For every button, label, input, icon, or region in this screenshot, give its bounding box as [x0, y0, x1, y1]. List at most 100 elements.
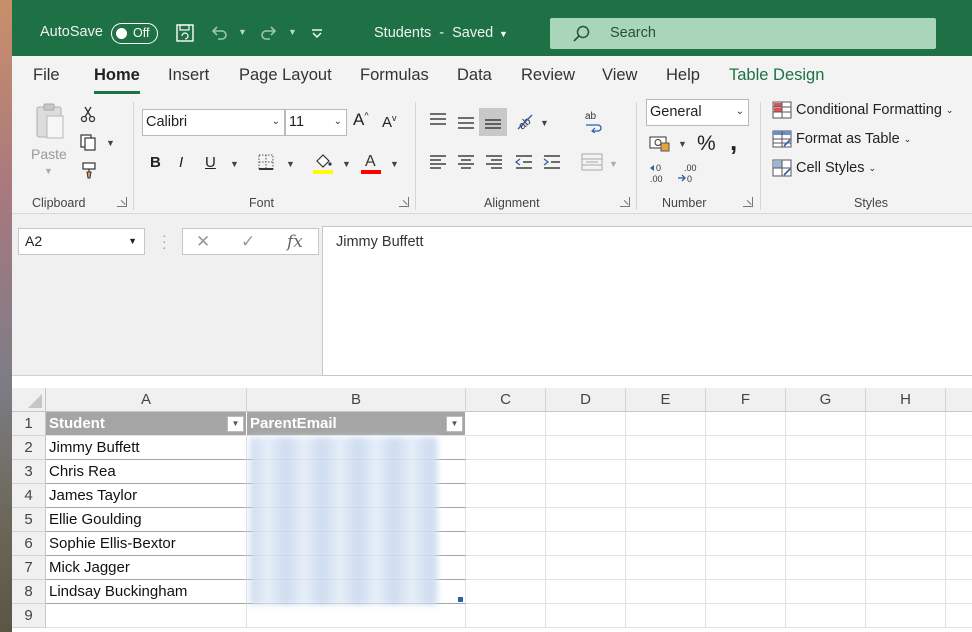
align-top-icon[interactable]	[428, 110, 448, 130]
tab-table-design[interactable]: Table Design	[729, 66, 824, 85]
cell-styles-button[interactable]: Cell Styles ⌄	[772, 159, 876, 177]
insert-function-icon[interactable]: fx	[287, 232, 303, 252]
row-header-8[interactable]: 8	[12, 580, 46, 604]
title-chevron-icon[interactable]: ▼	[499, 29, 508, 39]
percent-icon[interactable]: %	[697, 132, 716, 156]
bold-icon[interactable]: B	[150, 154, 161, 171]
row-header-5[interactable]: 5	[12, 508, 46, 532]
decrease-decimal-icon[interactable]: .00 0	[676, 162, 702, 184]
cut-icon[interactable]	[78, 104, 98, 124]
tab-page-layout[interactable]: Page Layout	[239, 66, 332, 85]
tab-file[interactable]: File	[33, 66, 60, 85]
alignment-launcher-icon[interactable]	[620, 197, 630, 207]
font-launcher-icon[interactable]	[399, 197, 409, 207]
paste-icon[interactable]	[32, 102, 68, 142]
row-header-9[interactable]: 9	[12, 604, 46, 628]
table-cell[interactable]: Mick Jagger	[46, 556, 247, 580]
column-header-b[interactable]: B	[247, 388, 466, 412]
tab-insert[interactable]: Insert	[168, 66, 209, 85]
column-header-d[interactable]: D	[546, 388, 626, 412]
cancel-icon[interactable]: ✕	[196, 232, 210, 252]
column-header-e[interactable]: E	[626, 388, 706, 412]
column-header-f[interactable]: F	[706, 388, 786, 412]
font-size-combo[interactable]: 11 ⌄	[285, 109, 347, 136]
copy-icon[interactable]	[78, 132, 98, 152]
enter-icon[interactable]: ✓	[241, 232, 255, 252]
row-header-7[interactable]: 7	[12, 556, 46, 580]
align-center-icon[interactable]	[456, 152, 476, 172]
decrease-indent-icon[interactable]	[514, 152, 534, 172]
align-right-icon[interactable]	[484, 152, 504, 172]
increase-decimal-icon[interactable]: 0.00	[648, 162, 674, 184]
tab-view[interactable]: View	[602, 66, 637, 85]
column-header-g[interactable]: G	[786, 388, 866, 412]
borders-icon[interactable]	[256, 152, 276, 172]
table-cell[interactable]: Sophie Ellis-Bextor	[46, 532, 247, 556]
table-header-cell[interactable]: ParentEmail	[247, 412, 466, 436]
copy-caret-icon[interactable]: ▼	[106, 138, 115, 148]
tab-data[interactable]: Data	[457, 66, 492, 85]
undo-caret-icon[interactable]: ▼	[238, 27, 247, 37]
tab-help[interactable]: Help	[666, 66, 700, 85]
align-middle-icon[interactable]	[456, 112, 476, 132]
wrap-text-icon[interactable]: ab	[582, 108, 606, 134]
tab-formulas[interactable]: Formulas	[360, 66, 429, 85]
fill-color-icon[interactable]	[312, 151, 334, 175]
redo-caret-icon[interactable]: ▼	[288, 27, 297, 37]
document-title[interactable]: Students - Saved	[374, 25, 493, 41]
conditional-formatting-button[interactable]: Conditional Formatting ⌄	[772, 101, 953, 119]
search-box[interactable]: Search	[550, 18, 936, 49]
autosave-toggle[interactable]: Off	[111, 23, 158, 44]
filter-dropdown-icon[interactable]: ▼	[227, 416, 244, 432]
accounting-caret-icon[interactable]: ▼	[678, 139, 687, 149]
font-color-caret-icon[interactable]: ▼	[390, 159, 399, 169]
row-header-4[interactable]: 4	[12, 484, 46, 508]
increase-indent-icon[interactable]	[542, 152, 562, 172]
table-cell[interactable]: Jimmy Buffett	[46, 436, 247, 460]
drag-handle-icon[interactable]: · · ·	[162, 228, 167, 254]
orientation-caret-icon[interactable]: ▼	[540, 118, 549, 128]
name-box[interactable]: A2 ▼	[18, 228, 145, 255]
tab-review[interactable]: Review	[521, 66, 575, 85]
save-icon[interactable]	[174, 22, 196, 44]
row-header-6[interactable]: 6	[12, 532, 46, 556]
column-header-next[interactable]	[946, 388, 972, 412]
column-header-h[interactable]: H	[866, 388, 946, 412]
row-header-3[interactable]: 3	[12, 460, 46, 484]
merge-center-icon[interactable]	[580, 152, 604, 172]
column-header-c[interactable]: C	[466, 388, 546, 412]
align-bottom-icon[interactable]	[479, 108, 507, 136]
table-header-cell[interactable]: Student	[46, 412, 247, 436]
align-left-icon[interactable]	[428, 152, 448, 172]
table-cell[interactable]: Lindsay Buckingham	[46, 580, 247, 604]
tab-home[interactable]: Home	[94, 66, 140, 94]
underline-icon[interactable]: U	[205, 154, 216, 171]
table-cell[interactable]	[46, 604, 247, 628]
merge-caret-icon[interactable]: ▼	[609, 159, 618, 169]
row-header-1[interactable]: 1	[12, 412, 46, 436]
font-color-icon[interactable]: A	[360, 151, 382, 175]
accounting-format-icon[interactable]	[648, 133, 672, 153]
decrease-font-icon[interactable]: Av	[382, 113, 397, 131]
font-name-combo[interactable]: Calibri ⌄	[142, 109, 285, 136]
increase-font-icon[interactable]: A^	[353, 110, 369, 130]
undo-icon[interactable]	[208, 22, 230, 44]
table-cell[interactable]: Ellie Goulding	[46, 508, 247, 532]
formula-input[interactable]: Jimmy Buffett	[322, 226, 972, 376]
column-header-a[interactable]: A	[46, 388, 247, 412]
redo-icon[interactable]	[258, 22, 280, 44]
table-cell[interactable]	[247, 604, 466, 628]
table-cell[interactable]: James Taylor	[46, 484, 247, 508]
underline-caret-icon[interactable]: ▼	[230, 159, 239, 169]
paste-caret-icon[interactable]: ▼	[44, 166, 53, 176]
format-as-table-button[interactable]: Format as Table ⌄	[772, 130, 911, 148]
italic-icon[interactable]: I	[179, 154, 183, 171]
borders-caret-icon[interactable]: ▼	[286, 159, 295, 169]
number-format-combo[interactable]: General ⌄	[646, 99, 749, 126]
orientation-icon[interactable]: ab	[514, 110, 536, 132]
fill-color-caret-icon[interactable]: ▼	[342, 159, 351, 169]
row-header-2[interactable]: 2	[12, 436, 46, 460]
customize-toolbar-icon[interactable]	[306, 22, 328, 44]
format-painter-icon[interactable]	[78, 160, 98, 180]
clipboard-launcher-icon[interactable]	[117, 197, 127, 207]
